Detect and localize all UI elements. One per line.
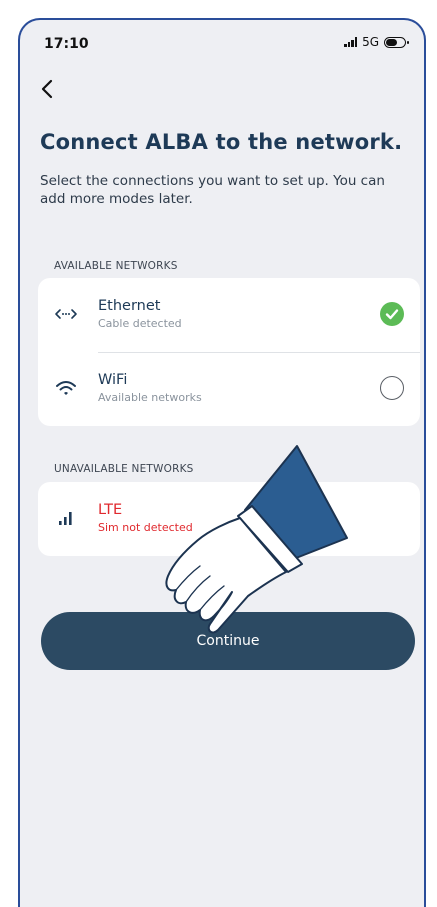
cellular-signal-icon (59, 512, 72, 525)
selected-check-icon[interactable] (380, 302, 404, 326)
ethernet-icon (55, 309, 77, 319)
page-subtitle: Select the connections you want to set u… (40, 173, 385, 207)
unselected-radio[interactable] (380, 376, 404, 400)
network-option-wifi[interactable]: WiFi Available networks (38, 352, 420, 426)
continue-label: Continue (196, 633, 260, 649)
battery-icon (384, 36, 409, 48)
network-name: WiFi (98, 372, 128, 388)
page-title: Connect ALBA to the network. (40, 130, 403, 154)
network-status: Sim not detected (98, 521, 193, 534)
available-networks-card: Ethernet Cable detected WiFi Available n… (38, 278, 420, 426)
signal-strength-icon (344, 37, 358, 47)
network-status: Available networks (98, 391, 202, 404)
status-time: 17:10 (44, 36, 89, 52)
network-type-label: 5G (362, 35, 379, 49)
continue-button[interactable]: Continue (41, 612, 415, 670)
network-name: LTE (98, 502, 123, 518)
status-indicators: 5G (344, 35, 409, 49)
wifi-icon (56, 381, 76, 395)
available-networks-label: AVAILABLE NETWORKS (54, 260, 178, 272)
network-option-lte: LTE Sim not detected (38, 482, 420, 556)
unavailable-networks-label: UNAVAILABLE NETWORKS (54, 463, 194, 475)
phone-screen: 17:10 5G Connect ALBA to the network. Se… (18, 18, 426, 907)
network-option-ethernet[interactable]: Ethernet Cable detected (38, 278, 420, 352)
unavailable-networks-card: LTE Sim not detected (38, 482, 420, 556)
network-name: Ethernet (98, 298, 161, 314)
chevron-left-icon (41, 79, 53, 99)
network-status: Cable detected (98, 317, 182, 330)
back-button[interactable] (40, 78, 54, 104)
status-bar: 17:10 5G (20, 20, 424, 64)
